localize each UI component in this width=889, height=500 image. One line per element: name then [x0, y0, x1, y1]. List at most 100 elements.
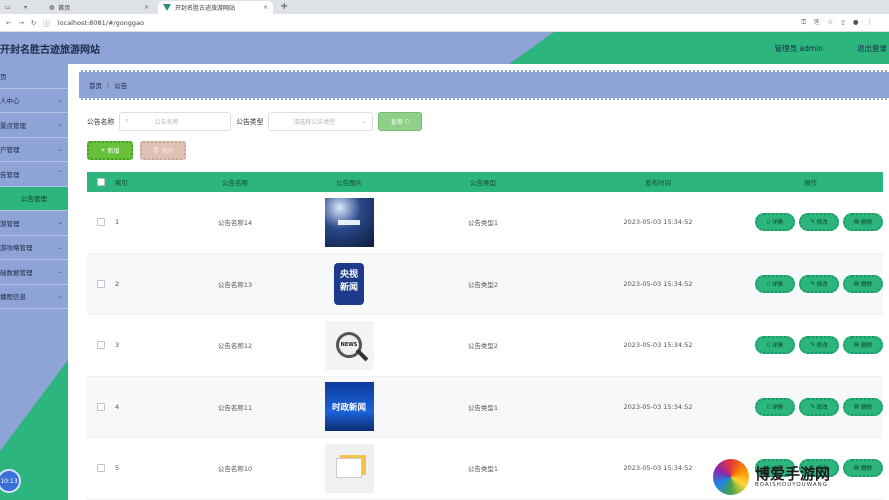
main-content: 首页 | 公告 公告名称 ⌕ 公告名称 公告类型 请选择公告类型 ⌄ 查询 ○ … — [68, 64, 889, 500]
sidebar-item-users[interactable]: 户管理 ⌄ — [0, 138, 68, 162]
cell-time: 2023-05-03 15:34:52 — [623, 279, 693, 288]
address-bar: ←→↻ ⓘ localhost:8081/#/gonggao ⚿⎘☆▯●⋮ — [0, 14, 889, 32]
detail-button[interactable]: ▯ 详情 — [755, 336, 795, 355]
chevron-down-icon: ⌄ — [57, 219, 63, 227]
delete-button[interactable]: ▤ 删除 — [843, 397, 883, 416]
trash-icon: 🗑 — [152, 147, 160, 154]
edit-button[interactable]: ✎ 修改 — [799, 213, 839, 232]
watermark-sub: BOAISHOUYOUWANG — [755, 482, 828, 488]
notice-image-magnifier[interactable]: NEWS — [324, 320, 374, 370]
name-label: 公告名称 — [87, 118, 115, 126]
col-type: 公告类型 — [470, 179, 496, 187]
row-checkbox[interactable] — [97, 464, 105, 473]
edit-button[interactable]: ✎ 修改 — [799, 397, 839, 416]
add-button[interactable]: + 新增 — [87, 141, 133, 160]
close-icon[interactable]: × — [144, 4, 149, 11]
delete-button[interactable]: ▤ 删除 — [843, 336, 883, 355]
new-tab-button[interactable]: + — [280, 1, 288, 12]
delete-button[interactable]: ▤ 删除 — [843, 213, 883, 232]
notice-type-select[interactable]: 请选择公告类型 ⌄ — [268, 111, 374, 131]
notice-image-politics[interactable]: 时政新闻 — [324, 382, 374, 432]
edit-button[interactable]: ✎ 修改 — [799, 274, 839, 293]
row-checkbox[interactable] — [97, 341, 105, 350]
nav-buttons[interactable]: ←→↻ — [6, 19, 43, 27]
site-header: 开封名胜古迹旅游网站 管理员 admin 退出登录 — [0, 32, 889, 64]
col-index: 索引 — [115, 179, 128, 187]
notice-image-stage[interactable] — [324, 197, 374, 247]
row-checkbox[interactable] — [97, 279, 105, 288]
cell-index: 4 — [115, 402, 120, 411]
row-checkbox[interactable] — [97, 218, 105, 227]
breadcrumb-current: 公告 — [114, 82, 128, 90]
query-button[interactable]: 查询 ○ — [378, 111, 423, 131]
cell-index: 1 — [115, 218, 120, 227]
sidebar-item-scenic[interactable]: 景点管理 ⌄ — [0, 113, 68, 138]
chevron-down-icon: ⌄ — [361, 117, 367, 125]
cell-type: 公告类型1 — [467, 403, 499, 412]
plus-icon: + — [100, 147, 106, 154]
close-icon[interactable]: × — [263, 4, 268, 11]
select-all-checkbox[interactable] — [97, 178, 105, 186]
row-checkbox[interactable] — [97, 402, 105, 411]
pencil-icon: ✎ — [810, 219, 815, 226]
globe-icon: ◍ — [49, 4, 55, 11]
url-input[interactable]: localhost:8081/#/gonggao — [58, 19, 144, 27]
sidebar-item-basedata[interactable]: 础数据管理 ⌄ — [0, 260, 68, 285]
browser-tab-strip: ▭ ▾ ◍ 首页 × 开封名胜古迹旅游网站 × + — [0, 0, 889, 14]
doc-icon: ▯ — [766, 280, 771, 287]
notice-name-input[interactable]: ⌕ 公告名称 — [119, 111, 232, 131]
cell-time: 2023-05-03 15:34:52 — [623, 341, 693, 350]
cell-index: 2 — [115, 279, 120, 288]
cell-name: 公告名称14 — [217, 219, 253, 228]
chevron-down-icon: ⌄ — [57, 121, 63, 129]
cell-type: 公告类型2 — [467, 342, 499, 351]
sidebar-item-guide[interactable]: 游攻略管理 ⌄ — [0, 236, 68, 260]
table-row: 4 公告名称11 时政新闻 公告类型1 2023-05-03 15:34:52 … — [87, 376, 883, 438]
col-actions: 操作 — [804, 179, 817, 187]
chevron-down-icon: ⌄ — [57, 292, 63, 300]
watermark: 博爱手游网 BOAISHOUYOUWANG — [713, 457, 889, 497]
chevron-down-icon: ⌄ — [57, 145, 63, 153]
notice-image-cctv[interactable]: 央视 新闻 — [325, 259, 374, 308]
detail-button[interactable]: ▯ 详情 — [755, 397, 795, 416]
delete-button[interactable]: ▤ 删除 — [843, 274, 883, 293]
cell-time: 2023-05-03 15:34:52 — [623, 218, 693, 227]
doc-icon: ▯ — [766, 403, 771, 410]
detail-button[interactable]: ▯ 详情 — [755, 213, 795, 232]
sidebar-item-notice[interactable]: 告管理 ⌃ — [0, 162, 68, 187]
pencil-icon: ✎ — [810, 403, 815, 410]
browser-toolbar-icons[interactable]: ⚿⎘☆▯●⋮ — [801, 18, 881, 27]
cell-type: 公告类型2 — [467, 280, 499, 289]
sidebar-item-carousel[interactable]: 播图信息 ⌄ — [0, 285, 68, 309]
notice-image-papers[interactable] — [324, 443, 374, 493]
detail-button[interactable]: ▯ 详情 — [755, 274, 795, 293]
sidebar-item-travel[interactable]: 游管理 ⌄ — [0, 211, 68, 236]
cell-index: 3 — [115, 341, 120, 350]
search-icon: ○ — [404, 117, 410, 125]
browser-tab-site[interactable]: 开封名胜古迹旅游网站 × — [158, 1, 273, 14]
table-row: 1 公告名称14 公告类型1 2023-05-03 15:34:52 ▯ 详情 … — [87, 192, 883, 254]
chevron-up-icon: ⌃ — [57, 170, 63, 178]
doc-icon: ▯ — [766, 219, 771, 226]
sidebar-item-profile[interactable]: 人中心 ⌄ — [0, 89, 68, 113]
cell-name: 公告名称11 — [217, 403, 253, 412]
batch-delete-button[interactable]: 🗑 删除 — [140, 141, 186, 160]
logout-link[interactable]: 退出登录 — [857, 43, 887, 54]
watermark-text: 博爱手游网 — [755, 465, 831, 483]
trash-icon: ▤ — [853, 403, 860, 410]
chevron-down-icon: ⌄ — [57, 268, 63, 276]
breadcrumb: 首页 | 公告 — [79, 70, 889, 100]
edit-button[interactable]: ✎ 修改 — [799, 336, 839, 355]
pencil-icon: ✎ — [810, 342, 815, 349]
info-icon[interactable]: ⓘ — [43, 18, 50, 28]
browser-tab-home[interactable]: ◍ 首页 × — [44, 1, 154, 14]
breadcrumb-home[interactable]: 首页 — [89, 80, 102, 90]
cell-type: 公告类型1 — [467, 465, 499, 474]
table-row: 2 公告名称13 央视 新闻 公告类型2 2023-05-03 15:34:52… — [87, 253, 883, 315]
cell-name: 公告名称13 — [217, 280, 253, 289]
browser-tab-blank[interactable]: ▭ ▾ — [0, 1, 32, 14]
trash-icon: ▤ — [853, 342, 860, 349]
sidebar-item-home[interactable]: 页 — [0, 64, 68, 89]
chevron-down-icon: ⌄ — [57, 96, 63, 104]
sidebar-item-notice-manage[interactable]: 公告管理 — [0, 186, 68, 211]
